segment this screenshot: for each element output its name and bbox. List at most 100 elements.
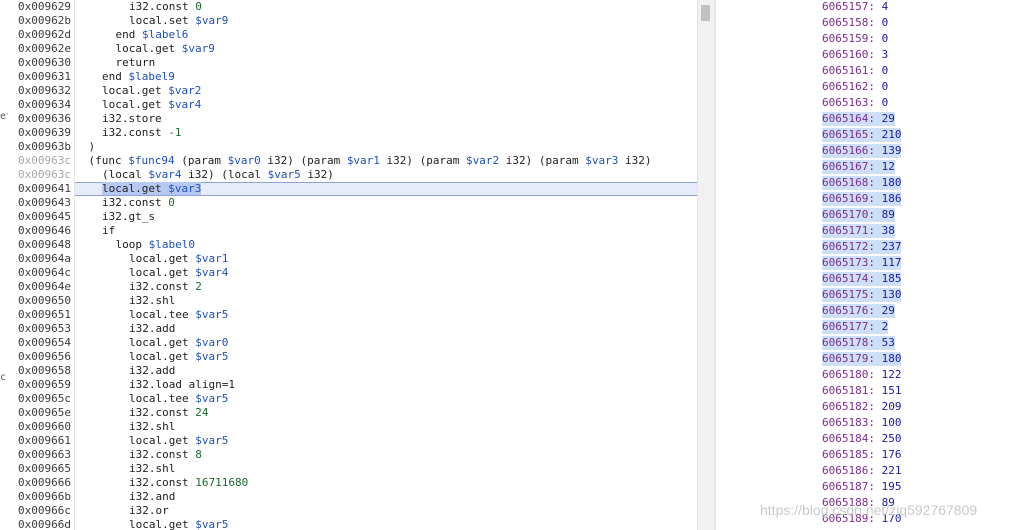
line-address[interactable]: 0x009643 [8,196,74,210]
line-address[interactable]: 0x009661 [8,434,74,448]
line-address[interactable]: 0x009658 [8,364,74,378]
code-line[interactable]: local.get $var0 [75,336,697,350]
line-address[interactable]: 0x009660 [8,420,74,434]
line-address[interactable]: 0x009648 [8,238,74,252]
line-address[interactable]: 0x00964c [8,266,74,280]
line-address[interactable]: 0x00966c [8,504,74,518]
code-line[interactable]: (local $var4 i32) (local $var5 i32) [75,168,697,182]
memory-row[interactable]: 6065175: 130 [822,288,902,302]
line-address[interactable]: 0x00965e [8,406,74,420]
code-line[interactable]: return [75,56,697,70]
line-address[interactable]: 0x009654 [8,336,74,350]
code-scrollbar[interactable] [697,0,714,530]
memory-row[interactable]: 6065178: 53 [822,336,895,350]
code-line[interactable]: i32.or [75,504,697,518]
memory-row[interactable]: 6065166: 139 [822,144,902,158]
line-address[interactable]: 0x00962e [8,42,74,56]
code-line[interactable]: local.get $var9 [75,42,697,56]
line-address[interactable]: 0x009665 [8,462,74,476]
code-line[interactable]: i32.load align=1 [75,378,697,392]
line-address[interactable]: 0x009631 [8,70,74,84]
code-line[interactable]: i32.and [75,490,697,504]
memory-row[interactable]: 6065177: 2 [822,320,889,334]
line-address[interactable]: 0x009656 [8,350,74,364]
code-line[interactable]: end $label9 [75,70,697,84]
code-line[interactable]: local.get $var5 [75,518,697,530]
memory-row[interactable]: 6065157: 4 [822,0,888,14]
code-line[interactable]: local.get $var5 [75,434,697,448]
memory-row[interactable]: 6065176: 29 [822,304,895,318]
line-address[interactable]: 0x009636 [8,112,74,126]
code-line[interactable]: local.get $var1 [75,252,697,266]
line-address[interactable]: 0x00962b [8,14,74,28]
memory-row[interactable]: 6065167: 12 [822,160,895,174]
line-address[interactable]: 0x009629 [8,0,74,14]
memory-row[interactable]: 6065158: 0 [822,16,888,30]
memory-row[interactable]: 6065171: 38 [822,224,895,238]
line-address[interactable]: 0x00962d [8,28,74,42]
code-line[interactable]: i32.gt_s [75,210,697,224]
code-line[interactable]: i32.shl [75,462,697,476]
line-address[interactable]: 0x00965c [8,392,74,406]
line-address[interactable]: 0x009659 [8,378,74,392]
code-line[interactable]: if [75,224,697,238]
memory-row[interactable]: 6065184: 250 [822,432,901,446]
line-address[interactable]: 0x009641 [8,182,74,196]
code-line[interactable]: ) [75,140,697,154]
memory-row[interactable]: 6065160: 3 [822,48,888,62]
code-line[interactable]: i32.const -1 [75,126,697,140]
memory-row[interactable]: 6065172: 237 [822,240,902,254]
code-line[interactable]: i32.add [75,364,697,378]
code-line[interactable]: local.get $var2 [75,84,697,98]
code-line[interactable]: (func $func94 (param $var0 i32) (param $… [75,154,697,168]
code-line[interactable]: local.get $var4 [75,98,697,112]
code-line[interactable]: local.tee $var5 [75,308,697,322]
code-line[interactable]: i32.const 0 [75,196,697,210]
memory-row[interactable]: 6065180: 122 [822,368,901,382]
code-line[interactable]: i32.store [75,112,697,126]
memory-row[interactable]: 6065161: 0 [822,64,888,78]
code-line[interactable]: local.tee $var5 [75,392,697,406]
memory-row[interactable]: 6065179: 180 [822,352,902,366]
line-address[interactable]: 0x009630 [8,56,74,70]
line-address[interactable]: 0x009653 [8,322,74,336]
memory-row[interactable]: 6065183: 100 [822,416,901,430]
code-line[interactable]: i32.add [75,322,697,336]
line-address[interactable]: 0x00963c [8,168,74,182]
line-address[interactable]: 0x00963c [8,154,74,168]
memory-row[interactable]: 6065164: 29 [822,112,895,126]
line-address[interactable]: 0x009634 [8,98,74,112]
memory-row[interactable]: 6065163: 0 [822,96,888,110]
line-address[interactable]: 0x009646 [8,224,74,238]
memory-row[interactable]: 6065169: 186 [822,192,902,206]
line-address[interactable]: 0x009650 [8,294,74,308]
memory-row[interactable]: 6065185: 176 [822,448,901,462]
memory-inspector[interactable]: 6065157: 4 6065158: 0 6065159: 0 6065160: 3… [716,0,1016,530]
code-line[interactable]: end $label6 [75,28,697,42]
line-address[interactable]: 0x009639 [8,126,74,140]
memory-row[interactable]: 6065173: 117 [822,256,902,270]
code-line[interactable]: i32.const 8 [75,448,697,462]
line-address[interactable]: 0x009663 [8,448,74,462]
memory-row[interactable]: 6065187: 195 [822,480,901,494]
code-line[interactable]: loop $label0 [75,238,697,252]
memory-row[interactable]: 6065159: 0 [822,32,888,46]
scrollbar-thumb[interactable] [701,5,710,21]
memory-row[interactable]: 6065181: 151 [822,384,901,398]
code-line[interactable]: local.set $var9 [75,14,697,28]
code-view[interactable]: i32.const 0 local.set $var9 end $label6 loc… [75,0,697,530]
line-address[interactable]: 0x009666 [8,476,74,490]
code-line-current[interactable]: local.get $var3 [75,182,697,196]
code-line[interactable]: i32.shl [75,294,697,308]
code-line[interactable]: local.get $var5 [75,350,697,364]
memory-row[interactable]: 6065162: 0 [822,80,888,94]
code-line[interactable]: local.get $var4 [75,266,697,280]
memory-row[interactable]: 6065165: 210 [822,128,902,142]
line-address[interactable]: 0x009651 [8,308,74,322]
line-address[interactable]: 0x009632 [8,84,74,98]
memory-row[interactable]: 6065186: 221 [822,464,901,478]
code-line[interactable]: i32.const 2 [75,280,697,294]
line-address[interactable]: 0x00964e [8,280,74,294]
memory-row[interactable]: 6065182: 209 [822,400,901,414]
line-address[interactable]: 0x009645 [8,210,74,224]
